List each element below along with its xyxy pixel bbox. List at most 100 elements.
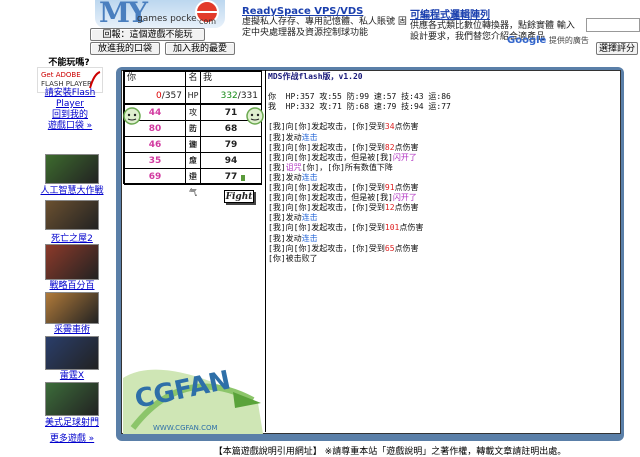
- stat-you-value: 35: [124, 152, 186, 169]
- log-segment: [我]向[你]发起攻击，但是被[我]: [268, 152, 393, 162]
- log-segment: 连击: [301, 172, 318, 182]
- log-line: [我]发动连击: [268, 173, 620, 183]
- log-segment: 12: [384, 203, 395, 213]
- back-pocket-line2: 遊戲口袋 »: [47, 121, 93, 131]
- game-link-5[interactable]: 雷霆X: [30, 371, 114, 382]
- search-input[interactable]: [586, 18, 640, 32]
- log-line: [我]向[你]发起攻击，但是被[我]闪开了: [268, 193, 620, 203]
- log-segment: [我]发动: [268, 172, 302, 182]
- log-segment: 闪开了: [392, 152, 417, 162]
- log-segment: 点伤害: [394, 142, 419, 152]
- you-label: 你: [124, 71, 186, 87]
- log-segment: 诅咒: [285, 162, 302, 172]
- ad-text: 供應各式類比數位轉換器，點餘實體 輸入: [410, 21, 575, 31]
- log-segment: 34: [384, 122, 395, 132]
- hp-bar-tail: [241, 175, 245, 181]
- game-thumb-1[interactable]: [45, 154, 99, 184]
- stat-me-value: 77: [200, 168, 262, 185]
- game-thumb-3[interactable]: [45, 244, 99, 280]
- log-segment: [我]向[你]发起攻击，[你]受到: [268, 183, 385, 193]
- logo-com: com: [199, 17, 217, 26]
- you-hp: 0/357: [124, 86, 186, 104]
- rate-select-button[interactable]: 選擇評分: [596, 42, 638, 55]
- log-segment: [我]: [268, 162, 286, 172]
- log-line: [我]向[你]发起攻击，[你]受到65点伤害: [268, 244, 620, 254]
- you-hp-max: /357: [161, 91, 182, 101]
- log-line: [我]发动连击: [268, 234, 620, 244]
- cgfan-url: WWW.CGFAN.COM: [153, 424, 218, 432]
- log-line: [我]向[你]发起攻击，[你]受到82点伤害: [268, 143, 620, 153]
- site-logo[interactable]: MY games pocket com: [95, 0, 225, 28]
- add-to-pocket-button[interactable]: 放進我的口袋: [90, 42, 160, 55]
- game-thumb-6[interactable]: [45, 382, 99, 416]
- log-segment: 点伤害: [394, 183, 419, 193]
- you-avatar-icon: [123, 107, 141, 125]
- log-segment: [你]被击败了: [268, 253, 318, 263]
- me-hp: 332/331: [200, 86, 262, 104]
- stat-me-value: 79: [200, 136, 262, 153]
- log-segment: [我]向[你]发起攻击，[你]受到: [268, 203, 385, 213]
- stat-label: 命中: [185, 152, 201, 181]
- log-segment: [我]发动: [268, 213, 302, 223]
- log-segment: 点伤害: [394, 122, 419, 132]
- game-thumb-5[interactable]: [45, 336, 99, 370]
- log-spacer: [268, 112, 620, 122]
- game-link-4[interactable]: 采霽車術: [30, 325, 114, 336]
- log-you-stats: 你 HP:357 攻:55 防:99 速:57 技:43 运:86: [268, 92, 451, 102]
- log-segment: [你]，[你]所有数值下降: [301, 162, 393, 172]
- flash-name-text: FLASH PLAYER: [41, 80, 92, 88]
- log-line: [我]向[你]发起攻击，[你]受到12点伤害: [268, 203, 620, 213]
- stat-you-value: 46: [124, 136, 186, 153]
- footer-note: 【本篇遊戲說明引用網址】 ※請尊重本站「遊戲說明」之著作權，轉載文章請註明出處。: [213, 447, 567, 457]
- log-segment: 闪开了: [392, 193, 417, 203]
- log-line: [我]发动连击: [268, 133, 620, 143]
- report-broken-button[interactable]: 回報：這個遊戲不能玩: [90, 28, 205, 41]
- game-thumb-2[interactable]: [45, 200, 99, 230]
- ad-block-1[interactable]: ReadySpace VPS/VDS 虛擬私人存存、專用記憶體、私人賬號 固 定…: [242, 6, 412, 39]
- stat-label: 速度: [185, 136, 201, 165]
- flash-icon: [89, 71, 101, 89]
- log-line: [你]被击败了: [268, 254, 620, 264]
- log-segment: [我]向[你]发起攻击，[你]受到: [268, 243, 385, 253]
- ad-title[interactable]: 可編程式邏輯陣列: [410, 6, 585, 21]
- back-to-pocket-link[interactable]: 回到我的 遊戲口袋 »: [30, 110, 110, 132]
- hp-label: HP: [185, 86, 201, 104]
- log-segment: 连击: [301, 233, 318, 243]
- log-line: [我]向[你]发起攻击，但是被[我]闪开了: [268, 153, 620, 163]
- stat-me-value: 94: [200, 152, 262, 169]
- log-lines: [我]向[你]发起攻击，[你]受到34点伤害 [我]发动连击 [我]向[你]发起攻击…: [268, 122, 620, 263]
- log-segment: 101: [384, 223, 400, 233]
- log-segment: 点伤害: [399, 223, 424, 233]
- google-ads-credit[interactable]: Google 提供的廣告: [507, 35, 589, 46]
- log-me-stats: 我 HP:332 攻:71 防:68 速:79 技:94 运:77: [268, 102, 451, 112]
- stats-panel: 你 名 我 0/357 HP 332/331 44 攻击 71 80 防御 68 46 速度 7…: [123, 70, 262, 197]
- log-spacer: [268, 82, 620, 92]
- log-line: [我]向[你]发起攻击，[你]受到34点伤害: [268, 122, 620, 132]
- me-hp-value: 332: [220, 91, 238, 101]
- back-pocket-line1: 回到我的: [51, 110, 88, 120]
- stat-label: 防御: [185, 120, 201, 149]
- log-line: [我]向[你]发起攻击，[你]受到91点伤害: [268, 183, 620, 193]
- game-thumb-4[interactable]: [45, 292, 99, 324]
- install-flash-link[interactable]: 請安裝Flash Player: [30, 88, 110, 110]
- ad-title[interactable]: ReadySpace VPS/VDS: [242, 6, 412, 17]
- me-avatar-icon: [246, 107, 264, 125]
- game-link-1[interactable]: 人工智慧大作戰: [30, 186, 114, 197]
- log-segment: [我]发动: [268, 132, 302, 142]
- game-link-3[interactable]: 戰略百分百: [30, 281, 114, 292]
- log-segment: [我]发动: [268, 233, 302, 243]
- google-caption: 提供的廣告: [548, 36, 589, 45]
- add-to-favorites-button[interactable]: 加入我的最愛: [165, 42, 235, 55]
- battle-log: MDS作战flash版，v1.20 你 HP:357 攻:55 防:99 速:5…: [265, 70, 620, 432]
- fight-button[interactable]: Fight: [224, 190, 254, 203]
- stat-label: 运气: [185, 168, 201, 197]
- more-games-link[interactable]: 更多遊戲 »: [30, 434, 114, 445]
- log-segment: 65: [384, 243, 395, 253]
- cgfan-logo: CGFAN WWW.CGFAN.COM: [123, 365, 263, 434]
- log-segment: 连击: [301, 132, 318, 142]
- name-label: 名: [185, 71, 201, 87]
- log-title: MDS作战flash版，v1.20: [268, 72, 363, 81]
- logo-subtext: games pocket: [137, 14, 201, 24]
- log-segment: 点伤害: [394, 203, 419, 213]
- game-link-6[interactable]: 美式足球射門: [30, 418, 114, 429]
